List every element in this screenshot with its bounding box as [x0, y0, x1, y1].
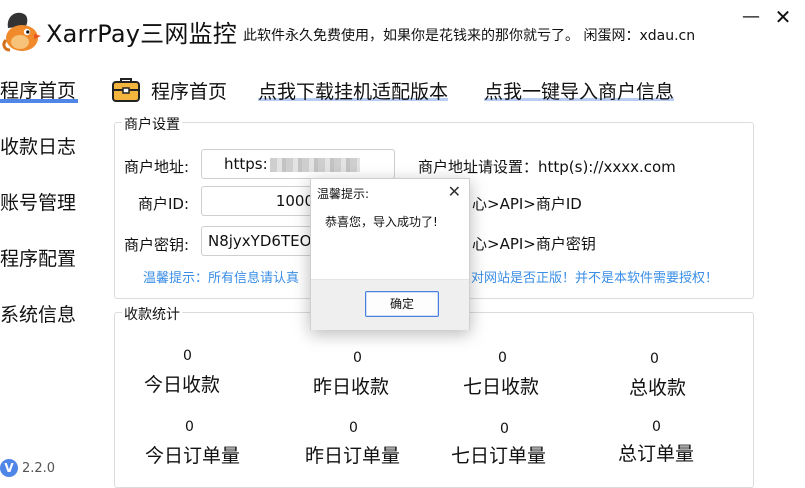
- bird-logo-icon: [2, 12, 41, 52]
- minimize-button[interactable]: —: [740, 8, 762, 30]
- warm-tip-left: 温馨提示：所有信息请认真: [143, 271, 300, 286]
- merchant-key-hint: 心>API>商户密钥: [472, 235, 596, 253]
- stat-week-income-label: 七日收款: [463, 376, 540, 398]
- stat-total-orders-label: 总订单量: [618, 443, 695, 465]
- merchant-address-label: 商户地址:: [124, 158, 190, 176]
- app-title: XarrPay三网监控: [46, 20, 237, 48]
- sidebar-item-program-config[interactable]: 程序配置: [0, 244, 76, 271]
- stat-today-orders-label: 今日订单量: [145, 445, 241, 467]
- stat-total-income-label: 总收款: [629, 377, 687, 399]
- sidebar-item-account-management[interactable]: 账号管理: [0, 188, 76, 215]
- version-badge-icon: V: [0, 459, 18, 477]
- merchant-address-value: https:: [224, 155, 268, 173]
- merchant-id-hint: 心>API>商户ID: [472, 195, 582, 213]
- stat-today-income-label: 今日收款: [144, 374, 221, 396]
- stat-week-orders-value: 0: [500, 421, 509, 437]
- dialog-footer: 确定: [311, 279, 469, 330]
- app-notice: 此软件永久免费使用，如果你是花钱来的那你就亏了。 闲蛋网：xdau.cn: [243, 28, 696, 44]
- success-dialog: 温馨提示: ✕ 恭喜您，导入成功了! 确定: [310, 178, 470, 330]
- version-info: V 2.2.0: [0, 456, 55, 480]
- stat-yesterday-orders-value: 0: [349, 420, 358, 436]
- merchant-id-label: 商户ID:: [138, 195, 190, 213]
- stat-total-orders-value: 0: [652, 419, 661, 435]
- close-button[interactable]: ✕: [772, 6, 794, 28]
- stat-week-income-value: 0: [498, 350, 507, 366]
- merchant-id-value: 1000: [275, 192, 314, 210]
- dialog-message: 恭喜您，导入成功了!: [325, 215, 438, 229]
- briefcase-icon: [112, 78, 140, 102]
- stat-yesterday-income-label: 昨日收款: [313, 376, 390, 398]
- stat-yesterday-income-value: 0: [353, 350, 362, 366]
- dialog-title: 温馨提示:: [317, 187, 370, 201]
- sidebar-item-payment-log[interactable]: 收款日志: [0, 132, 76, 159]
- tab-home[interactable]: 程序首页: [151, 77, 227, 104]
- merchant-key-label: 商户密钥:: [124, 236, 190, 254]
- sidebar-active-indicator: [0, 99, 78, 103]
- dialog-close-icon[interactable]: ✕: [448, 182, 461, 201]
- tab-download-link[interactable]: 点我下载挂机适配版本: [258, 77, 448, 104]
- stat-week-orders-label: 七日订单量: [451, 445, 547, 467]
- warm-tip-right: 对网站是否正版！并不是本软件需要授权！: [471, 271, 719, 286]
- redacted-address: [269, 157, 360, 172]
- merchant-key-value: N8jyxYD6TEO: [208, 232, 312, 250]
- version-number: 2.2.0: [22, 460, 56, 476]
- merchant-settings-title: 商户设置: [122, 114, 182, 134]
- tab-import-link[interactable]: 点我一键导入商户信息: [484, 77, 674, 104]
- payment-stats-title: 收款统计: [122, 304, 182, 324]
- stat-today-orders-value: 0: [185, 419, 194, 435]
- stat-total-income-value: 0: [650, 351, 659, 367]
- stat-yesterday-orders-label: 昨日订单量: [305, 445, 401, 467]
- dialog-ok-button[interactable]: 确定: [365, 291, 439, 317]
- sidebar-item-system-info[interactable]: 系统信息: [0, 300, 76, 327]
- merchant-address-hint: 商户地址请设置：http(s)://xxxx.com: [418, 158, 676, 176]
- merchant-address-input[interactable]: https:: [201, 149, 395, 179]
- stat-today-income-value: 0: [183, 348, 192, 364]
- dialog-body: 恭喜您，导入成功了!: [311, 207, 469, 279]
